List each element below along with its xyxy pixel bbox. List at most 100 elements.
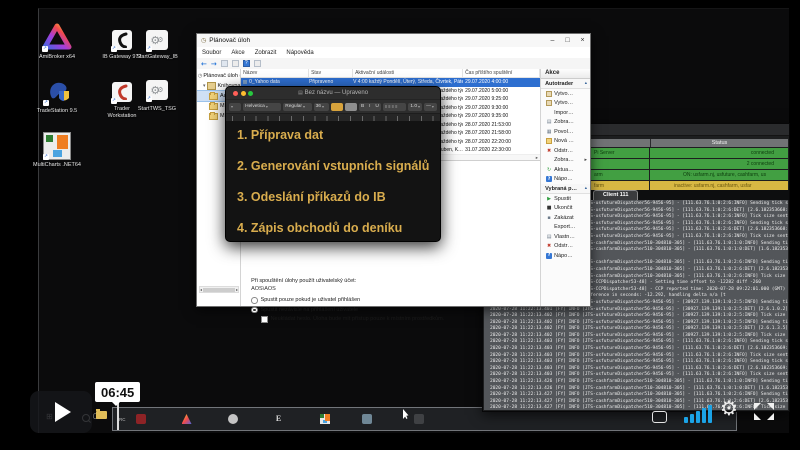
scrollbar-thumb[interactable] (203, 287, 235, 292)
action-icon: ↻ (546, 166, 552, 173)
picture-in-picture-icon[interactable] (652, 411, 667, 423)
bold-italic-underline-buttons[interactable]: BIU (358, 102, 381, 111)
style-menu[interactable]: ▾ (229, 102, 242, 111)
action-item[interactable]: Vytvo… (541, 89, 590, 99)
desktop-icon-amibroker[interactable]: ↗ AmiBroker x64 (30, 22, 84, 61)
taskbar-app-icon[interactable]: E (274, 414, 284, 424)
account-value: AOS\AOS (251, 286, 276, 292)
taskbar-multicharts-icon[interactable] (319, 414, 330, 424)
background-color-well[interactable] (344, 102, 357, 111)
minimize-traffic-light[interactable] (240, 90, 246, 96)
list-style-select[interactable]: — ▾ (424, 102, 437, 111)
action-item[interactable]: Export… (541, 223, 590, 233)
action-item[interactable]: ↻ Aktua… (541, 165, 590, 175)
tab-client[interactable]: Client 111 (593, 190, 639, 200)
action-item[interactable]: Zobra… ▸ (541, 156, 590, 166)
action-icon: ? (546, 252, 553, 259)
action-item[interactable]: ✖ Odstr… (541, 242, 590, 252)
column-header-next-run[interactable]: Čas příštího spuštění (463, 69, 541, 77)
folder-icon[interactable] (96, 409, 107, 419)
action-item[interactable]: ■ Ukončit (541, 204, 590, 214)
action-item[interactable]: Nová … (541, 137, 590, 147)
actions-group-autotrader[interactable]: Autotrader ▴ (541, 79, 590, 89)
action-item[interactable]: Impor… (541, 108, 590, 118)
title-bar[interactable]: ◷ Plánovač úloh – □ × (197, 34, 590, 48)
window-title: Plánovač úloh (209, 37, 251, 44)
back-icon[interactable]: ← (201, 60, 207, 68)
log-line: 2020-07-28 11:22:13.402 [FY] INFO [JTS-u… (490, 326, 788, 332)
scroll-left-icon[interactable]: ◂ (200, 287, 202, 292)
action-icon (546, 90, 553, 97)
play-button[interactable] (30, 391, 92, 433)
taskbar-app-icon[interactable] (227, 414, 238, 424)
view-icon[interactable] (253, 60, 261, 67)
taskbar-app-icon[interactable] (135, 414, 146, 424)
close-traffic-light[interactable] (233, 90, 238, 96)
action-item[interactable]: Vytvo… (541, 99, 590, 109)
fullscreen-icon[interactable] (754, 403, 774, 425)
radio-logged-in[interactable] (251, 297, 258, 304)
taskbar-app-icon[interactable] (361, 414, 372, 424)
desktop-icon-start-gateway[interactable]: ⚙ ⚙ ↗ StartGateway_IB (135, 28, 179, 61)
taskbar-app-icon[interactable] (413, 414, 424, 424)
taskbar-amibroker-icon[interactable] (181, 414, 192, 424)
collapse-icon[interactable]: ▴ (585, 81, 587, 86)
collapse-icon[interactable]: ▴ (585, 186, 587, 191)
text-color-well[interactable] (330, 102, 343, 111)
shortcut-arrow-icon: ↗ (111, 98, 117, 104)
textedit-title-bar[interactable]: ▤ Bez názvu — Upraveno (226, 87, 440, 99)
action-item[interactable]: ▪ Zakázat (541, 213, 590, 223)
show-hide-icon[interactable] (220, 60, 228, 67)
action-item[interactable]: ▶ Spustit (541, 194, 590, 204)
menu-item[interactable]: Akce (226, 50, 249, 56)
action-item[interactable]: ▤ Zobra… (541, 118, 590, 128)
checkbox-no-password[interactable] (261, 316, 268, 323)
action-item[interactable]: ✖ Odstr… (541, 146, 590, 156)
chevron-down-icon[interactable]: ▾ (203, 83, 206, 89)
radio-independent[interactable] (251, 306, 258, 313)
taskbar-label: RC (119, 416, 126, 422)
actions-group-selected[interactable]: Vybraná p… ▴ (541, 184, 590, 194)
textedit-document[interactable]: 1. Příprava dat 2. Generování vstupních s… (226, 121, 440, 241)
scroll-right-icon[interactable]: ▸ (536, 155, 538, 160)
menu-item[interactable]: Nápověda (281, 50, 318, 56)
minimize-button[interactable]: – (545, 34, 560, 47)
alignment-buttons[interactable]: ≡ ≡ ≡ ≡ (382, 102, 407, 111)
menu-item[interactable]: Soubor (197, 50, 226, 56)
shortcut-arrow-icon: ↗ (43, 100, 49, 106)
close-button[interactable]: × (575, 34, 590, 47)
seekbar-playhead[interactable] (117, 402, 119, 430)
help-icon[interactable]: ? (242, 60, 250, 67)
forward-icon[interactable]: → (211, 60, 217, 68)
font-family-select[interactable]: Helvetica ▾ (243, 102, 282, 111)
action-item[interactable]: ? Nápo… (541, 251, 590, 261)
action-label: Aktua… (554, 166, 574, 173)
font-size-select[interactable]: 36 ▾ (313, 102, 329, 111)
tree-horizontal-scrollbar[interactable]: ◂ ▸ (199, 286, 239, 293)
export-list-icon[interactable] (231, 60, 239, 67)
menu-item[interactable]: Zobrazit (250, 50, 282, 56)
seek-time-tooltip: 06:45 (95, 382, 141, 406)
maximize-button[interactable]: □ (560, 34, 575, 47)
desktop-icon-multicharts[interactable]: ↗ MultiCharts .NET64 (30, 132, 84, 169)
document-line: 3. Odeslání příkazů do IB (237, 190, 386, 204)
desktop-icon-tradestation[interactable]: ↗ TradeStation 9.5 (30, 76, 84, 115)
scroll-right-icon[interactable]: ▸ (236, 287, 238, 292)
tree-item-root[interactable]: ◷ Plánovač úloh (Místní) (197, 71, 240, 81)
zoom-traffic-light[interactable] (248, 90, 253, 96)
desktop-icon-start-tws[interactable]: ⚙ ⚙ ↗ StartTWS_TSG (135, 76, 179, 113)
column-header-triggers[interactable]: Aktivační události (353, 69, 464, 77)
scheduler-app-icon: ◷ (201, 37, 207, 44)
line-spacing-select[interactable]: 1.0 ▾ (408, 102, 423, 111)
action-item[interactable]: ▤ Vlastn… (541, 232, 590, 242)
column-header-state[interactable]: Stav (309, 69, 354, 77)
volume-control[interactable] (684, 404, 712, 423)
font-style-select[interactable]: Regular ▾ (283, 102, 312, 111)
settings-gear-icon[interactable]: ⚙ (720, 397, 738, 419)
action-item[interactable]: ? Nápo… (541, 175, 590, 185)
action-item[interactable]: ▦ Povol… (541, 127, 590, 137)
task-list-header[interactable]: Název Stav Aktivační události Čas příští… (241, 69, 541, 78)
column-header-name[interactable]: Název (241, 69, 310, 77)
action-label: Impor… (554, 109, 574, 116)
shortcut-arrow-icon: ↗ (146, 96, 152, 102)
